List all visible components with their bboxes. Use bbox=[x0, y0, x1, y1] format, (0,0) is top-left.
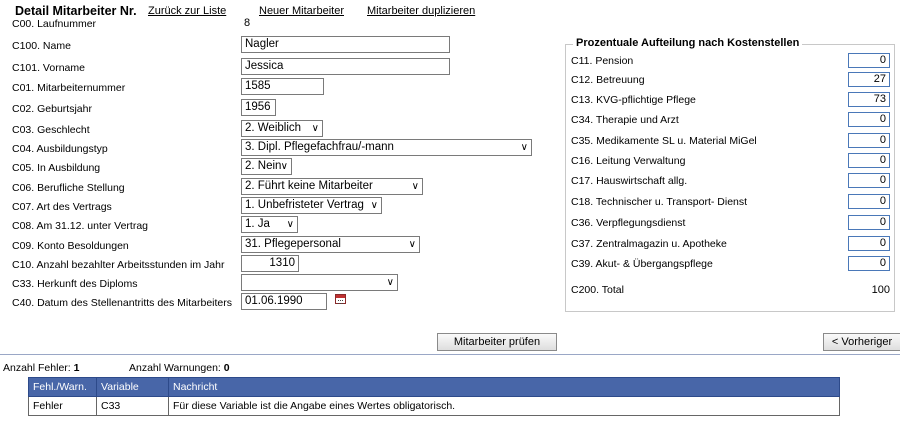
cost-row-label: C37. Zentralmagazin u. Apotheke bbox=[571, 238, 727, 250]
first-name-input[interactable]: Jessica bbox=[241, 58, 450, 75]
cost-row-input[interactable]: 0 bbox=[848, 112, 890, 127]
cost-row-input[interactable]: 73 bbox=[848, 92, 890, 107]
c33-label: C33. Herkunft des Diploms bbox=[12, 278, 138, 290]
chevron-down-icon: ∨ bbox=[370, 200, 378, 211]
warning-count-label: Anzahl Warnungen: bbox=[129, 362, 221, 374]
cost-row-input[interactable]: 0 bbox=[848, 215, 890, 230]
cost-row-label: C16. Leitung Verwaltung bbox=[571, 155, 686, 167]
diploma-origin-select[interactable]: ∨ bbox=[241, 274, 398, 291]
warning-count: Anzahl Warnungen: 0 bbox=[129, 362, 230, 374]
salary-account-select-value: 31. Pflegepersonal bbox=[245, 238, 341, 250]
cost-row-input[interactable]: 0 bbox=[848, 53, 890, 68]
cost-row-label: C18. Technischer u. Transport- Dienst bbox=[571, 196, 748, 208]
chevron-down-icon: ∨ bbox=[386, 277, 394, 288]
c101-label: C101. Vorname bbox=[12, 62, 85, 74]
contract-type-select-value: 1. Unbefristeter Vertrag bbox=[245, 199, 364, 211]
birth-year-input[interactable]: 1956 bbox=[241, 99, 276, 116]
error-table-header: Fehl./Warn. Variable Nachricht bbox=[28, 377, 840, 397]
cost-row-input[interactable]: 0 bbox=[848, 194, 890, 209]
cost-row-label: C34. Therapie und Arzt bbox=[571, 114, 679, 126]
in-training-select-value: 2. Nein bbox=[245, 160, 282, 172]
employee-number-input[interactable]: 1585 bbox=[241, 78, 324, 95]
education-type-select[interactable]: 3. Dipl. Pflegefachfrau/-mann ∨ bbox=[241, 139, 532, 156]
chevron-down-icon: ∨ bbox=[520, 142, 528, 153]
c40-label: C40. Datum des Stellenantritts des Mitar… bbox=[12, 297, 233, 309]
in-training-select[interactable]: 2. Nein ∨ bbox=[241, 158, 292, 175]
c02-label: C02. Geburtsjahr bbox=[12, 103, 92, 115]
professional-position-select-value: 2. Führt keine Mitarbeiter bbox=[245, 180, 373, 192]
chevron-down-icon: ∨ bbox=[411, 181, 419, 192]
cost-row-input[interactable]: 0 bbox=[848, 153, 890, 168]
start-date-input[interactable]: 01.06.1990 bbox=[241, 293, 327, 310]
error-count: Anzahl Fehler: 1 bbox=[3, 362, 79, 374]
total-value: 100 bbox=[871, 284, 890, 296]
under-contract-select-value: 1. Ja bbox=[245, 218, 270, 230]
c09-label: C09. Konto Besoldungen bbox=[12, 240, 129, 252]
cost-center-panel-title: Prozentuale Aufteilung nach Kostenstelle… bbox=[573, 37, 803, 49]
error-variable-cell: C33 bbox=[96, 396, 169, 416]
name-input[interactable]: Nagler bbox=[241, 36, 450, 53]
back-to-list-link[interactable]: Zurück zur Liste bbox=[148, 5, 226, 17]
column-header: Nachricht bbox=[168, 377, 840, 397]
error-count-label: Anzahl Fehler: bbox=[3, 362, 71, 374]
page-title: Detail Mitarbeiter Nr. bbox=[15, 4, 137, 18]
cost-row-input[interactable]: 27 bbox=[848, 72, 890, 87]
contract-type-select[interactable]: 1. Unbefristeter Vertrag ∨ bbox=[241, 197, 382, 214]
column-header: Variable bbox=[96, 377, 169, 397]
c03-label: C03. Geschlecht bbox=[12, 124, 90, 136]
column-header: Fehl./Warn. bbox=[28, 377, 97, 397]
divider bbox=[0, 354, 900, 355]
c04-label: C04. Ausbildungstyp bbox=[12, 143, 108, 155]
c100-label: C100. Name bbox=[12, 40, 71, 52]
cost-row-label: C11. Pension bbox=[571, 55, 634, 67]
cost-row-label: C35. Medikamente SL u. Material MiGel bbox=[571, 135, 757, 147]
error-count-value: 1 bbox=[73, 362, 80, 374]
c06-label: C06. Berufliche Stellung bbox=[12, 182, 125, 194]
c00-value: 8 bbox=[244, 17, 251, 29]
table-row: Fehler C33 Für diese Variable ist die An… bbox=[28, 396, 840, 416]
chevron-down-icon: ∨ bbox=[311, 123, 319, 134]
total-label: C200. Total bbox=[571, 284, 624, 296]
cost-row-input[interactable]: 0 bbox=[848, 133, 890, 148]
previous-button[interactable]: < Vorheriger bbox=[823, 333, 900, 351]
c05-label: C05. In Ausbildung bbox=[12, 162, 101, 174]
chevron-down-icon: ∨ bbox=[408, 239, 416, 250]
duplicate-employee-link[interactable]: Mitarbeiter duplizieren bbox=[367, 5, 475, 17]
gender-select[interactable]: 2. Weiblich ∨ bbox=[241, 120, 323, 137]
cost-row-input[interactable]: 0 bbox=[848, 236, 890, 251]
cost-row-label: C13. KVG-pflichtige Pflege bbox=[571, 94, 696, 106]
calendar-icon[interactable] bbox=[335, 294, 346, 304]
cost-row-input[interactable]: 0 bbox=[848, 173, 890, 188]
cost-row-label: C36. Verpflegungsdienst bbox=[571, 217, 686, 229]
c07-label: C07. Art des Vertrags bbox=[12, 201, 112, 213]
work-hours-input[interactable]: 1310 bbox=[241, 255, 299, 272]
chevron-down-icon: ∨ bbox=[286, 219, 294, 230]
under-contract-select[interactable]: 1. Ja ∨ bbox=[241, 216, 298, 233]
c10-label: C10. Anzahl bezahlter Arbeitsstunden im … bbox=[12, 259, 225, 271]
c01-label: C01. Mitarbeiternummer bbox=[12, 82, 126, 94]
error-table: Fehl./Warn. Variable Nachricht Fehler C3… bbox=[28, 377, 840, 416]
chevron-down-icon: ∨ bbox=[280, 161, 288, 172]
c08-label: C08. Am 31.12. unter Vertrag bbox=[12, 220, 148, 232]
salary-account-select[interactable]: 31. Pflegepersonal ∨ bbox=[241, 236, 420, 253]
error-message-cell: Für diese Variable ist die Angabe eines … bbox=[168, 396, 840, 416]
check-employee-button[interactable]: Mitarbeiter prüfen bbox=[437, 333, 557, 351]
cost-row-label: C39. Akut- & Übergangspflege bbox=[571, 258, 713, 270]
warning-count-value: 0 bbox=[223, 362, 230, 374]
error-type-cell: Fehler bbox=[28, 396, 97, 416]
cost-row-input[interactable]: 0 bbox=[848, 256, 890, 271]
professional-position-select[interactable]: 2. Führt keine Mitarbeiter ∨ bbox=[241, 178, 423, 195]
education-type-select-value: 3. Dipl. Pflegefachfrau/-mann bbox=[245, 141, 394, 153]
gender-select-value: 2. Weiblich bbox=[245, 122, 302, 134]
cost-row-label: C12. Betreuung bbox=[571, 74, 645, 86]
cost-row-label: C17. Hauswirtschaft allg. bbox=[571, 175, 688, 187]
c00-label: C00. Laufnummer bbox=[12, 18, 97, 30]
new-employee-link[interactable]: Neuer Mitarbeiter bbox=[259, 5, 344, 17]
